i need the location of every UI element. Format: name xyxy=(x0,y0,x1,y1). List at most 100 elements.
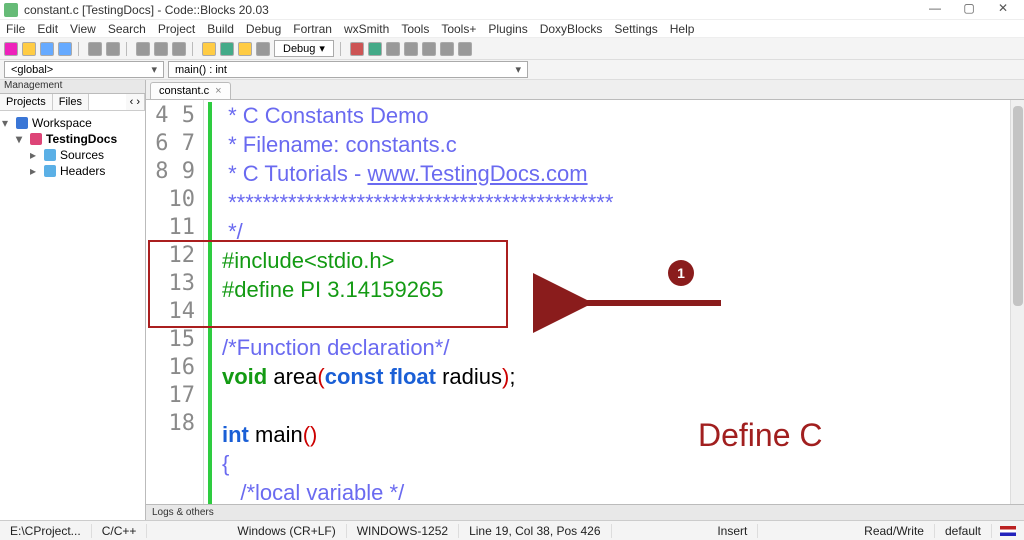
code-pp-arg: <stdio.h> xyxy=(304,248,395,273)
status-encoding: WINDOWS-1252 xyxy=(347,524,459,538)
code-text: * C Tutorials - xyxy=(222,161,367,186)
scrollbar-thumb[interactable] xyxy=(1013,106,1023,306)
tool-paste-icon[interactable] xyxy=(172,42,186,56)
scope-combo[interactable]: <global> ▾ xyxy=(4,61,164,78)
menu-file[interactable]: File xyxy=(4,22,27,36)
line-number-gutter: 4 5 6 7 8 9 10 11 12 13 14 15 16 17 18 xyxy=(146,100,204,504)
code-brace: { xyxy=(222,451,229,476)
editor-scrollbar[interactable] xyxy=(1010,100,1024,504)
tool-run-icon[interactable] xyxy=(220,42,234,56)
build-target-dropdown[interactable]: Debug ▾ xyxy=(274,40,334,57)
minimize-button[interactable]: — xyxy=(918,1,952,19)
tool-undo-icon[interactable] xyxy=(88,42,102,56)
menu-tools[interactable]: Tools xyxy=(399,22,431,36)
chevron-down-icon: ▾ xyxy=(319,42,325,55)
tab-label: constant.c xyxy=(159,85,209,97)
menu-build[interactable]: Build xyxy=(205,22,236,36)
scope-value: <global> xyxy=(11,64,53,76)
annotation-badge: 1 xyxy=(668,260,694,286)
app-icon xyxy=(4,3,18,17)
tool-build-icon[interactable] xyxy=(202,42,216,56)
tree-folder-sources[interactable]: ▸ Sources xyxy=(2,147,143,163)
workspace-icon xyxy=(16,117,28,129)
tool-debug-stop-icon[interactable] xyxy=(440,42,454,56)
code-id: radius xyxy=(436,364,502,389)
folder-icon xyxy=(44,165,56,177)
scope-row: <global> ▾ main() : int ▾ xyxy=(0,60,1024,80)
code-line: */ xyxy=(222,219,243,244)
code-kw: float xyxy=(390,364,436,389)
code-comment: /*local variable */ xyxy=(222,480,404,504)
tool-debug-continue-icon[interactable] xyxy=(350,42,364,56)
status-bar: E:\CProject... C/C++ Windows (CR+LF) WIN… xyxy=(0,520,1024,540)
tool-debug-run-icon[interactable] xyxy=(368,42,382,56)
build-target-label: Debug xyxy=(283,43,315,55)
logs-panel-title[interactable]: Logs & others xyxy=(146,504,1024,520)
toolbar-row: Debug ▾ xyxy=(0,38,1024,60)
menu-wxsmith[interactable]: wxSmith xyxy=(342,22,391,36)
menu-debug[interactable]: Debug xyxy=(244,22,283,36)
tool-copy-icon[interactable] xyxy=(154,42,168,56)
chevron-down-icon: ▾ xyxy=(515,63,521,76)
tool-saveall-icon[interactable] xyxy=(58,42,72,56)
project-tree: ▾ Workspace ▾ TestingDocs ▸ Sources ▸ He… xyxy=(0,111,145,183)
tab-close-icon[interactable]: × xyxy=(215,85,221,97)
tool-debug-next-icon[interactable] xyxy=(386,42,400,56)
status-path: E:\CProject... xyxy=(0,524,92,538)
code-kw: int xyxy=(222,422,249,447)
code-kw: void xyxy=(222,364,267,389)
menu-help[interactable]: Help xyxy=(668,22,697,36)
maximize-button[interactable]: ▢ xyxy=(952,1,986,19)
tool-debug-step-icon[interactable] xyxy=(404,42,418,56)
management-title: Management xyxy=(0,80,145,94)
tree-folder-headers[interactable]: ▸ Headers xyxy=(2,163,143,179)
folder-icon xyxy=(44,149,56,161)
project-label: TestingDocs xyxy=(46,132,117,146)
code-link: www.TestingDocs.com xyxy=(367,161,587,186)
editor-tab[interactable]: constant.c × xyxy=(150,82,231,99)
tool-new-icon[interactable] xyxy=(4,42,18,56)
menu-toolsp[interactable]: Tools+ xyxy=(439,22,478,36)
menu-plugins[interactable]: Plugins xyxy=(486,22,529,36)
chevron-down-icon: ▾ xyxy=(151,63,157,76)
code-pp: #define xyxy=(222,277,300,302)
tree-project[interactable]: ▾ TestingDocs xyxy=(2,131,143,147)
folder-label: Headers xyxy=(60,164,105,178)
management-panel: Management Projects Files ‹ › ▾ Workspac… xyxy=(0,80,146,520)
tool-debug-info-icon[interactable] xyxy=(458,42,472,56)
status-readwrite: Read/Write xyxy=(854,524,935,538)
status-lang: C/C++ xyxy=(92,524,148,538)
editor-tabbar: constant.c × xyxy=(146,80,1024,100)
mgmt-tab-scroll[interactable]: ‹ › xyxy=(126,94,145,110)
tool-cut-icon[interactable] xyxy=(136,42,150,56)
tool-redo-icon[interactable] xyxy=(106,42,120,56)
mgmt-tab-projects[interactable]: Projects xyxy=(0,94,53,110)
change-margin xyxy=(204,100,218,504)
menu-search[interactable]: Search xyxy=(106,22,148,36)
tool-debug-out-icon[interactable] xyxy=(422,42,436,56)
menu-view[interactable]: View xyxy=(68,22,98,36)
function-value: main() : int xyxy=(175,64,227,76)
menu-project[interactable]: Project xyxy=(156,22,197,36)
code-line: * C Constants Demo xyxy=(222,103,429,128)
menu-bar: File Edit View Search Project Build Debu… xyxy=(0,20,1024,38)
status-position: Line 19, Col 38, Pos 426 xyxy=(459,524,611,538)
code-editor[interactable]: * C Constants Demo * Filename: constants… xyxy=(218,100,1010,504)
menu-settings[interactable]: Settings xyxy=(612,22,659,36)
mgmt-tab-files[interactable]: Files xyxy=(53,94,89,110)
folder-label: Sources xyxy=(60,148,104,162)
tool-open-icon[interactable] xyxy=(22,42,36,56)
tool-rebuild-icon[interactable] xyxy=(256,42,270,56)
status-eol: Windows (CR+LF) xyxy=(227,524,346,538)
function-combo[interactable]: main() : int ▾ xyxy=(168,61,528,78)
tree-workspace[interactable]: ▾ Workspace xyxy=(2,115,143,131)
menu-doxy[interactable]: DoxyBlocks xyxy=(538,22,605,36)
menu-fortran[interactable]: Fortran xyxy=(291,22,334,36)
menu-edit[interactable]: Edit xyxy=(35,22,60,36)
status-profile: default xyxy=(935,524,992,538)
tool-save-icon[interactable] xyxy=(40,42,54,56)
lang-flag-icon[interactable] xyxy=(1000,526,1016,536)
close-button[interactable]: ✕ xyxy=(986,1,1020,19)
code-line: * Filename: constants.c xyxy=(222,132,457,157)
tool-buildrun-icon[interactable] xyxy=(238,42,252,56)
